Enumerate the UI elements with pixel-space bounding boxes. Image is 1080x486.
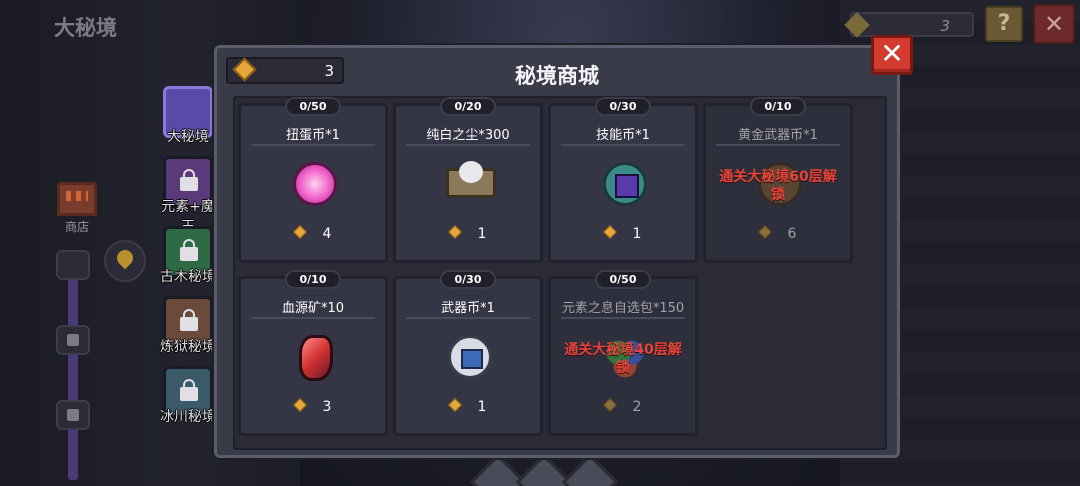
shop-button[interactable]: 商店 bbox=[52, 182, 102, 235]
divider bbox=[251, 317, 375, 319]
track-node-locked bbox=[56, 325, 90, 355]
blood-ore-icon bbox=[299, 335, 333, 381]
tab-glacier[interactable]: 冰川秘境 bbox=[157, 366, 219, 426]
item-price: 1 bbox=[551, 224, 695, 242]
tab-label: 古木秘境 bbox=[160, 269, 216, 285]
background-close-button[interactable]: ✕ bbox=[1033, 4, 1075, 44]
stock-badge: 0/50 bbox=[285, 97, 341, 116]
background-title: 大秘境 bbox=[54, 16, 117, 40]
lock-icon bbox=[67, 334, 79, 346]
stock-badge: 0/10 bbox=[285, 270, 341, 289]
gem-icon bbox=[447, 397, 462, 413]
divider bbox=[716, 144, 840, 146]
shop-label: 商店 bbox=[64, 220, 89, 234]
stock-badge: 0/20 bbox=[440, 97, 496, 116]
shop-item-card[interactable]: 0/10 血源矿*10 3 bbox=[238, 270, 388, 436]
gem-icon bbox=[602, 224, 617, 240]
map-pin-icon[interactable] bbox=[104, 240, 146, 282]
item-grid: 0/50 扭蛋币*1 4 0/20 纯白之尘*300 1 0/30 技能币*1 … bbox=[233, 96, 887, 450]
skill-coin-icon bbox=[603, 162, 647, 206]
shop-tent-icon bbox=[57, 182, 97, 216]
stock-badge: 0/50 bbox=[595, 270, 651, 289]
stock-badge: 0/10 bbox=[750, 97, 806, 116]
tab-purgatory[interactable]: 炼狱秘境 bbox=[157, 296, 219, 356]
item-name: 元素之息自选包*150 bbox=[561, 301, 685, 316]
item-price: 2 bbox=[551, 397, 695, 415]
shop-item-card[interactable]: 0/50 扭蛋币*1 4 bbox=[238, 97, 388, 263]
gacha-coin-icon bbox=[293, 162, 337, 206]
shop-item-card[interactable]: 0/30 技能币*1 1 bbox=[548, 97, 698, 263]
tab-label: 冰川秘境 bbox=[160, 409, 216, 425]
tab-label: 大秘境 bbox=[167, 129, 209, 145]
tab-element-demon[interactable]: 元素+魔王 bbox=[157, 156, 219, 236]
lock-icon bbox=[180, 169, 198, 191]
progress-track bbox=[68, 250, 78, 480]
weapon-coin-icon bbox=[448, 335, 492, 379]
tab-big-secret-realm[interactable]: 大秘境 bbox=[157, 86, 219, 146]
item-price: 6 bbox=[706, 224, 850, 242]
item-name: 技能币*1 bbox=[596, 128, 650, 143]
unlock-requirement: 通关大秘境40层解锁 bbox=[564, 342, 682, 376]
shop-panel: 3 秘境商城 ✕ 0/50 扭蛋币*1 4 0/20 纯白之尘*300 1 0/… bbox=[214, 35, 913, 458]
item-price: 4 bbox=[241, 224, 385, 242]
panel-title: 秘境商城 bbox=[515, 64, 599, 88]
shop-item-card[interactable]: 0/20 纯白之尘*300 1 bbox=[393, 97, 543, 263]
lock-icon bbox=[180, 239, 198, 261]
item-price: 3 bbox=[241, 397, 385, 415]
divider bbox=[561, 317, 685, 319]
item-name: 黄金武器币*1 bbox=[738, 128, 818, 143]
divider bbox=[251, 144, 375, 146]
gem-icon bbox=[292, 397, 307, 413]
item-price: 1 bbox=[396, 397, 540, 415]
divider bbox=[561, 144, 685, 146]
top-currency-counter: 3 bbox=[844, 12, 974, 38]
stock-badge: 0/30 bbox=[440, 270, 496, 289]
white-dust-icon bbox=[446, 161, 496, 198]
help-button[interactable]: ? bbox=[985, 6, 1023, 42]
gem-icon bbox=[447, 224, 462, 240]
item-price: 1 bbox=[396, 224, 540, 242]
close-button[interactable]: ✕ bbox=[871, 35, 913, 75]
item-name: 武器币*1 bbox=[441, 301, 495, 316]
shop-item-card-locked[interactable]: 0/50 元素之息自选包*150 通关大秘境40层解锁 2 bbox=[548, 270, 698, 436]
track-node-locked bbox=[56, 400, 90, 430]
divider bbox=[406, 144, 530, 146]
stock-badge: 0/30 bbox=[595, 97, 651, 116]
gem-icon bbox=[602, 397, 617, 413]
top-currency-value: 3 bbox=[940, 17, 950, 35]
item-name: 纯白之尘*300 bbox=[426, 128, 510, 143]
lock-icon bbox=[180, 379, 198, 401]
tab-label: 炼狱秘境 bbox=[160, 339, 216, 355]
item-name: 血源矿*10 bbox=[281, 301, 345, 316]
shop-item-card-locked[interactable]: 0/10 黄金武器币*1 通关大秘境60层解锁 6 bbox=[703, 97, 853, 263]
gem-icon bbox=[757, 224, 772, 240]
lock-icon bbox=[67, 409, 79, 421]
divider bbox=[406, 317, 530, 319]
track-node-current bbox=[56, 250, 90, 280]
item-name: 扭蛋币*1 bbox=[286, 128, 340, 143]
gem-icon bbox=[292, 224, 307, 240]
shop-item-card[interactable]: 0/30 武器币*1 1 bbox=[393, 270, 543, 436]
unlock-requirement: 通关大秘境60层解锁 bbox=[719, 169, 837, 203]
lock-icon bbox=[180, 309, 198, 331]
tab-ancient-wood[interactable]: 古木秘境 bbox=[157, 226, 219, 286]
